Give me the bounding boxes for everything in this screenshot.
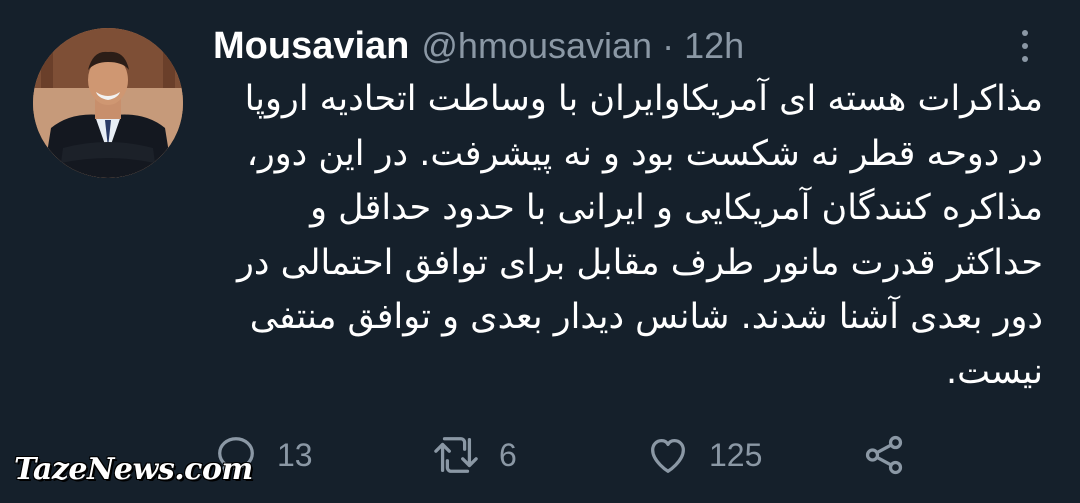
tweet-text-line: حداکثر قدرت مانور طرف مقابل برای توافق ا… (237, 242, 1043, 283)
share-icon (865, 435, 903, 475)
retweet-button[interactable]: 6 (431, 430, 517, 480)
display-name[interactable]: Mousavian (213, 25, 409, 68)
reply-count: 13 (277, 436, 313, 473)
like-count: 125 (709, 436, 763, 473)
like-button[interactable]: 125 (645, 430, 762, 480)
share-button[interactable] (860, 430, 908, 480)
retweet-icon (434, 437, 478, 473)
timestamp[interactable]: 12h (684, 25, 744, 67)
tweet-text-line: نیست. (945, 351, 1043, 392)
tweet-text-line: دور بعدی آشنا شدند. شانس دیدار بعدی و تو… (249, 297, 1043, 337)
user-handle[interactable]: @hmousavian (421, 25, 652, 67)
tweet-text: مذاکرات هسته ای آمریکاوایران با وساطت ات… (205, 72, 1043, 399)
tweet-text-line: در دوحه قطر نه شکست بود و نه پیشرفت. در … (246, 133, 1043, 174)
retweet-count: 6 (499, 436, 517, 473)
watermark: TazeNews.com (14, 452, 253, 487)
separator: · (662, 25, 675, 66)
avatar-image (33, 28, 183, 178)
tweet[interactable]: Mousavian @hmousavian · 12h مذاکرات هسته… (0, 0, 1080, 503)
tweet-header: Mousavian @hmousavian · 12h (213, 22, 744, 70)
more-options-icon[interactable] (1010, 24, 1040, 68)
tweet-text-line: مذاکرات هسته ای آمریکاوایران با وساطت ات… (244, 79, 1043, 119)
avatar[interactable] (33, 28, 183, 178)
heart-icon (651, 438, 685, 473)
tweet-text-line: مذاکره کنندگان آمریکایی و ایرانی با حدود… (310, 188, 1043, 228)
